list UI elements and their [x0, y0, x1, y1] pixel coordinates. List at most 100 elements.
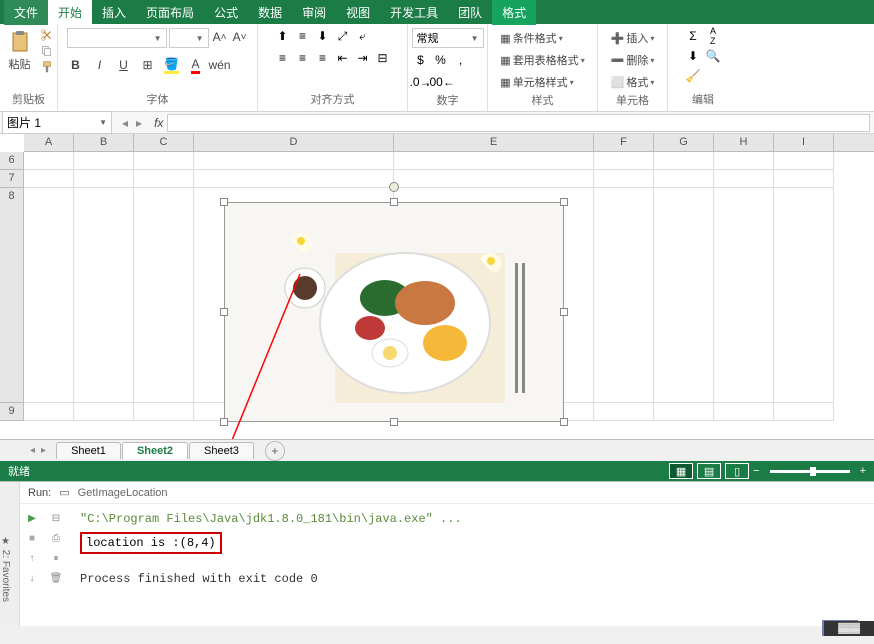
increase-indent-icon[interactable]: ⇥ [354, 50, 372, 66]
row-header[interactable]: 9 [0, 403, 24, 421]
cell[interactable] [654, 403, 714, 421]
align-right-icon[interactable]: ≡ [314, 50, 332, 66]
insert-cells-button[interactable]: ➕插入▾ [607, 28, 659, 48]
ide-trash-icon[interactable]: 🗑 [48, 570, 64, 586]
sheet-tab-2[interactable]: Sheet2 [122, 442, 188, 459]
cell[interactable] [24, 152, 74, 170]
formula-input[interactable] [167, 114, 870, 132]
resize-handle[interactable] [560, 198, 568, 206]
column-header[interactable]: C [134, 134, 194, 151]
column-header[interactable]: F [594, 134, 654, 151]
cell[interactable] [774, 152, 834, 170]
ide-output[interactable]: "C:\Program Files\Java\jdk1.8.0_181\bin\… [68, 504, 874, 600]
cell[interactable] [134, 170, 194, 188]
decrease-indent-icon[interactable]: ⇤ [334, 50, 352, 66]
ide-rerun-icon[interactable]: ▶ [24, 510, 40, 526]
tab-view[interactable]: 视图 [336, 0, 380, 25]
wrap-text-icon[interactable]: ⤶ [354, 28, 372, 44]
cell[interactable] [714, 403, 774, 421]
fill-color-icon[interactable]: 🪣 [163, 56, 181, 74]
resize-handle[interactable] [390, 198, 398, 206]
sort-icon[interactable]: AZ [704, 28, 722, 44]
cell[interactable] [394, 170, 594, 188]
cell[interactable] [74, 188, 134, 403]
font-color-icon[interactable]: A [187, 56, 205, 74]
format-cells-button[interactable]: ⬜格式▾ [607, 72, 659, 92]
decrease-decimal-icon[interactable]: .00← [432, 74, 450, 90]
cell[interactable] [774, 403, 834, 421]
cell[interactable] [74, 403, 134, 421]
table-format-button[interactable]: ▦套用表格格式▾ [496, 50, 588, 70]
cell[interactable] [714, 170, 774, 188]
column-header[interactable]: I [774, 134, 834, 151]
cell[interactable] [714, 152, 774, 170]
cell[interactable] [774, 170, 834, 188]
column-header[interactable]: H [714, 134, 774, 151]
comma-icon[interactable]: , [452, 52, 470, 68]
tab-home[interactable]: 开始 [48, 0, 92, 25]
cell[interactable] [134, 188, 194, 403]
cell[interactable] [24, 403, 74, 421]
clear-icon[interactable]: 🧹 [684, 68, 702, 84]
bold-button[interactable]: B [67, 56, 85, 74]
view-page-break-icon[interactable]: ▯ [725, 463, 749, 479]
phonetic-icon[interactable]: wén [211, 56, 229, 74]
tab-developer[interactable]: 开发工具 [380, 0, 448, 25]
resize-handle[interactable] [220, 308, 228, 316]
view-normal-icon[interactable]: ▦ [669, 463, 693, 479]
decrease-font-icon[interactable]: A˅ [231, 28, 249, 46]
column-header[interactable]: E [394, 134, 594, 151]
cell[interactable] [594, 152, 654, 170]
tab-file[interactable]: 文件 [4, 0, 48, 25]
embedded-image[interactable] [224, 202, 564, 422]
zoom-slider[interactable] [770, 470, 850, 473]
zoom-out-icon[interactable]: − [753, 465, 759, 477]
cell[interactable] [714, 188, 774, 403]
cell[interactable] [394, 152, 594, 170]
column-header[interactable]: D [194, 134, 394, 151]
cell[interactable] [654, 152, 714, 170]
sheet-tab-1[interactable]: Sheet1 [56, 442, 121, 459]
sheet-nav-next-icon[interactable]: ▸ [41, 445, 46, 456]
format-painter-icon[interactable] [40, 60, 54, 74]
ide-print-icon[interactable]: ⎙ [48, 530, 64, 546]
cell[interactable] [24, 188, 74, 403]
nb-next-icon[interactable]: ▸ [136, 116, 142, 130]
cell[interactable] [194, 152, 394, 170]
percent-icon[interactable]: % [432, 52, 450, 68]
tab-data[interactable]: 数据 [248, 0, 292, 25]
ide-pause-icon[interactable]: ⏸ [48, 550, 64, 566]
name-box[interactable]: 图片 1▼ [2, 111, 112, 134]
add-sheet-button[interactable]: + [265, 441, 285, 461]
delete-cells-button[interactable]: ➖删除▾ [607, 50, 659, 70]
align-center-icon[interactable]: ≡ [294, 50, 312, 66]
orientation-icon[interactable]: ⤢ [334, 28, 352, 44]
border-icon[interactable]: ⊞ [139, 56, 157, 74]
ide-stop-icon[interactable]: ■ [24, 530, 40, 546]
column-header[interactable]: B [74, 134, 134, 151]
cell[interactable] [774, 188, 834, 403]
tab-team[interactable]: 团队 [448, 0, 492, 25]
font-name-select[interactable]: ▼ [67, 28, 167, 48]
view-page-layout-icon[interactable]: ▤ [697, 463, 721, 479]
find-icon[interactable]: 🔍 [704, 48, 722, 64]
cell[interactable] [654, 170, 714, 188]
row-header[interactable]: 7 [0, 170, 24, 188]
cell[interactable] [134, 403, 194, 421]
nb-prev-icon[interactable]: ◂ [122, 116, 128, 130]
cell[interactable] [194, 170, 394, 188]
cell[interactable] [24, 170, 74, 188]
row-header[interactable]: 8 [0, 188, 24, 403]
tab-format[interactable]: 格式 [492, 0, 536, 25]
align-left-icon[interactable]: ≡ [274, 50, 292, 66]
cut-icon[interactable] [40, 28, 54, 42]
sheet-nav-prev-icon[interactable]: ◂ [30, 445, 35, 456]
align-middle-icon[interactable]: ≡ [294, 28, 312, 44]
currency-icon[interactable]: $ [412, 52, 430, 68]
cell[interactable] [74, 170, 134, 188]
row-header[interactable]: 6 [0, 152, 24, 170]
cell-styles-button[interactable]: ▦单元格样式▾ [496, 72, 577, 92]
resize-handle[interactable] [560, 418, 568, 426]
resize-handle[interactable] [220, 198, 228, 206]
resize-handle[interactable] [220, 418, 228, 426]
